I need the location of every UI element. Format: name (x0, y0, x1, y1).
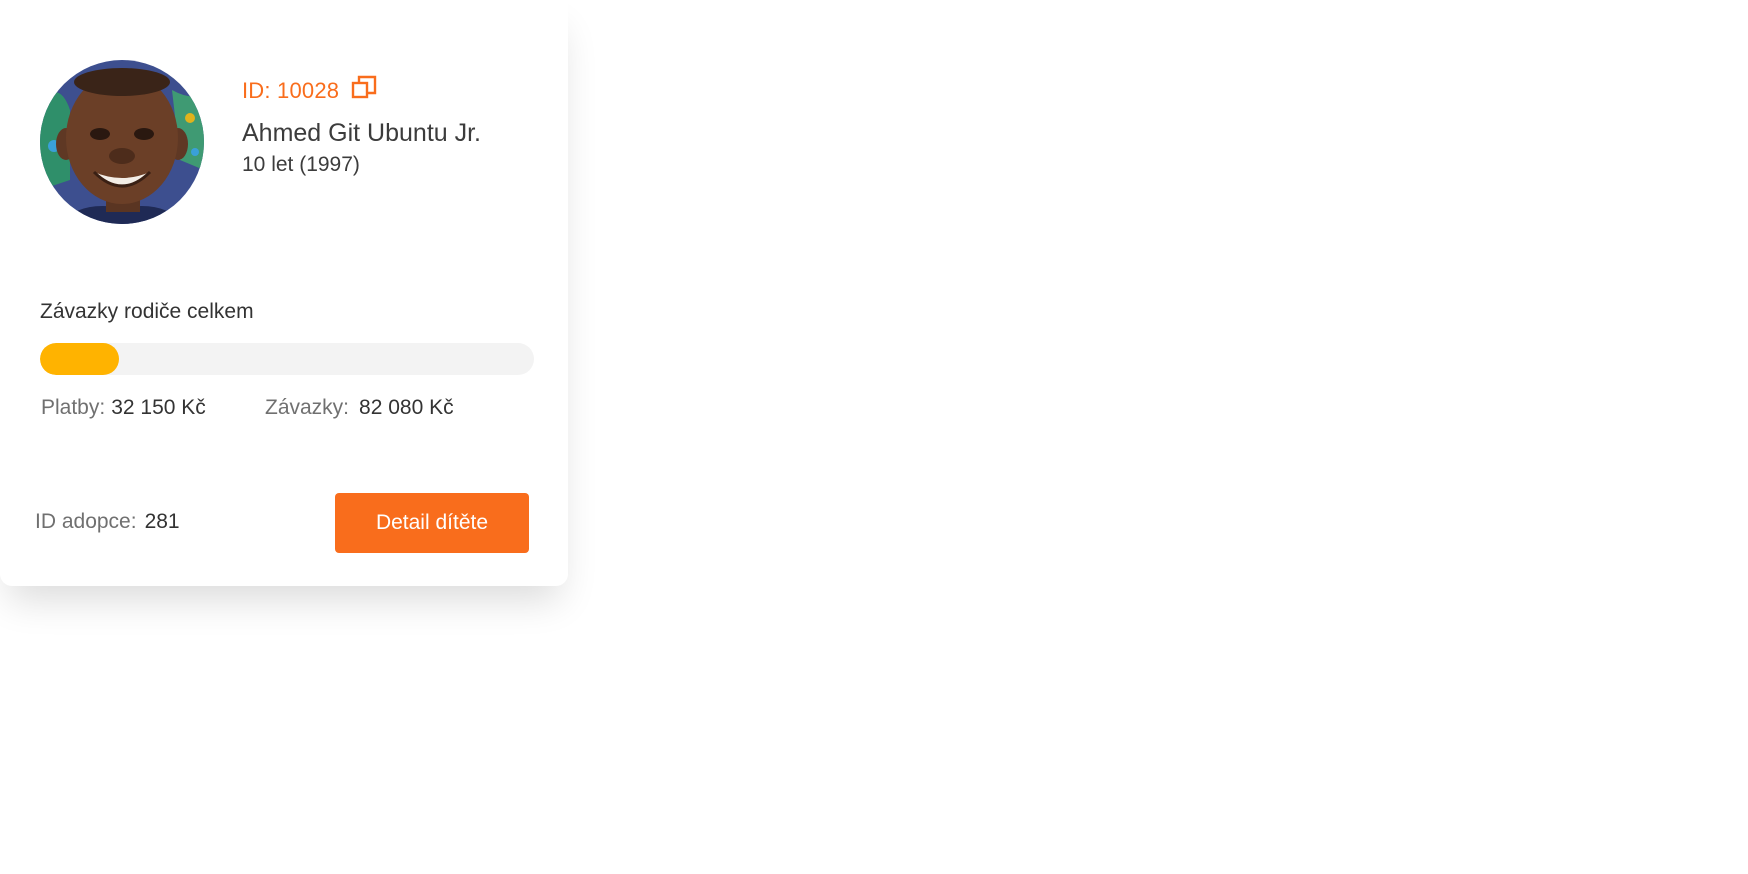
child-id: ID: 10028 (242, 78, 340, 103)
commitments-stat: Závazky: 82 080 Kč (265, 396, 454, 420)
commitments-value: 82 080 Kč (359, 396, 454, 419)
child-photo-icon (40, 60, 204, 224)
child-adoption-card: ID: 10028 Ahmed Git Ubuntu Jr. 10 let (1… (0, 0, 568, 586)
commitments-progress-fill (40, 343, 120, 375)
copy-icon[interactable] (351, 75, 377, 101)
commitments-title: Závazky rodiče celkem (40, 300, 254, 323)
adoption-id-value: 281 (144, 510, 180, 533)
child-age: 10 let (1997) (242, 153, 360, 176)
commitments-progress-bar (40, 343, 534, 375)
child-id-row: ID: 10028 (242, 75, 377, 104)
child-name: Ahmed Git Ubuntu Jr. (242, 119, 482, 147)
commitments-label: Závazky: (265, 396, 350, 419)
adoption-id-label: ID adopce: (35, 510, 137, 533)
child-detail-button[interactable]: Detail dítěte (335, 493, 529, 553)
adoption-id: ID adopce: 281 (35, 510, 180, 534)
payments-stat: Platby: 32 150 Kč (41, 396, 206, 420)
child-avatar (40, 60, 204, 224)
payments-value: 32 150 Kč (111, 396, 206, 419)
payments-label: Platby: (41, 396, 106, 419)
